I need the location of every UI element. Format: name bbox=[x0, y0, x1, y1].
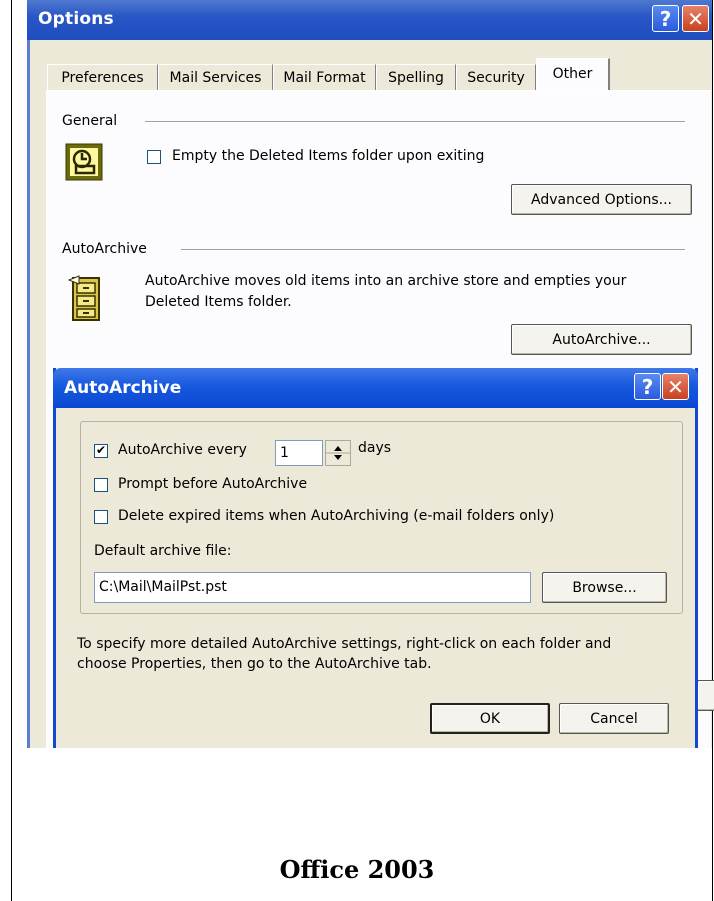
autoarchive-title: AutoArchive bbox=[64, 378, 182, 398]
tab-spelling[interactable]: Spelling bbox=[376, 64, 456, 90]
tab-preferences[interactable]: Preferences bbox=[47, 64, 158, 90]
help-icon[interactable]: ? bbox=[652, 5, 679, 32]
prompt-before-label: Prompt before AutoArchive bbox=[118, 476, 308, 492]
page-border-left bbox=[11, 0, 12, 901]
hint-line1: To specify more detailed AutoArchive set… bbox=[77, 636, 612, 652]
autoarchive-heading: AutoArchive bbox=[62, 241, 153, 257]
empty-deleted-checkbox[interactable] bbox=[147, 150, 161, 164]
advanced-options-button[interactable]: Advanced Options... bbox=[511, 184, 692, 215]
close-icon[interactable]: ✕ bbox=[662, 373, 689, 400]
autoarchive-description-line1: AutoArchive moves old items into an arch… bbox=[145, 273, 627, 289]
options-title: Options bbox=[38, 9, 114, 29]
general-options-icon bbox=[65, 143, 105, 187]
caption: Office 2003 bbox=[279, 855, 435, 884]
stepper-arrows-icon bbox=[326, 446, 350, 460]
autoarchive-divider bbox=[181, 249, 685, 251]
help-icon[interactable]: ? bbox=[634, 373, 661, 400]
close-icon[interactable]: ✕ bbox=[682, 5, 709, 32]
days-stepper[interactable] bbox=[325, 440, 351, 466]
archive-file-input[interactable]: C:\Mail\MailPst.pst bbox=[94, 572, 531, 603]
tab-other[interactable]: Other bbox=[536, 58, 610, 91]
empty-deleted-label: Empty the Deleted Items folder upon exit… bbox=[172, 148, 485, 164]
tab-security[interactable]: Security bbox=[456, 64, 536, 90]
autoarchive-days-input[interactable]: 1 bbox=[275, 440, 323, 466]
autoarchive-dialog: AutoArchive ? ✕ ✔ AutoArchive every 1 da… bbox=[53, 368, 698, 748]
hint-line2: choose Properties, then go to the AutoAr… bbox=[77, 656, 432, 672]
autoarchive-titlebar[interactable]: AutoArchive ? ✕ bbox=[53, 368, 698, 408]
autoarchive-every-label: AutoArchive every bbox=[118, 442, 251, 458]
autoarchive-description-line2: Deleted Items folder. bbox=[145, 294, 292, 310]
autoarchive-every-checkbox[interactable]: ✔ bbox=[94, 444, 108, 458]
cancel-button[interactable]: Cancel bbox=[559, 703, 669, 734]
options-titlebar[interactable]: Options ? ✕ bbox=[27, 0, 712, 40]
prompt-before-checkbox[interactable] bbox=[94, 478, 108, 492]
window-border bbox=[27, 40, 30, 748]
days-label: days bbox=[358, 440, 396, 456]
general-heading: General bbox=[62, 113, 124, 129]
filing-cabinet-icon bbox=[67, 274, 103, 326]
tab-mail-services[interactable]: Mail Services bbox=[158, 64, 273, 90]
options-apply-button-edge[interactable] bbox=[697, 680, 714, 711]
browse-button[interactable]: Browse... bbox=[542, 572, 667, 603]
delete-expired-checkbox[interactable] bbox=[94, 510, 108, 524]
ok-button[interactable]: OK bbox=[430, 703, 550, 734]
default-archive-file-label: Default archive file: bbox=[94, 543, 232, 559]
general-divider bbox=[145, 121, 685, 123]
autoarchive-button[interactable]: AutoArchive... bbox=[511, 324, 692, 355]
delete-expired-label: Delete expired items when AutoArchiving … bbox=[118, 508, 555, 524]
tab-mail-format[interactable]: Mail Format bbox=[273, 64, 376, 90]
